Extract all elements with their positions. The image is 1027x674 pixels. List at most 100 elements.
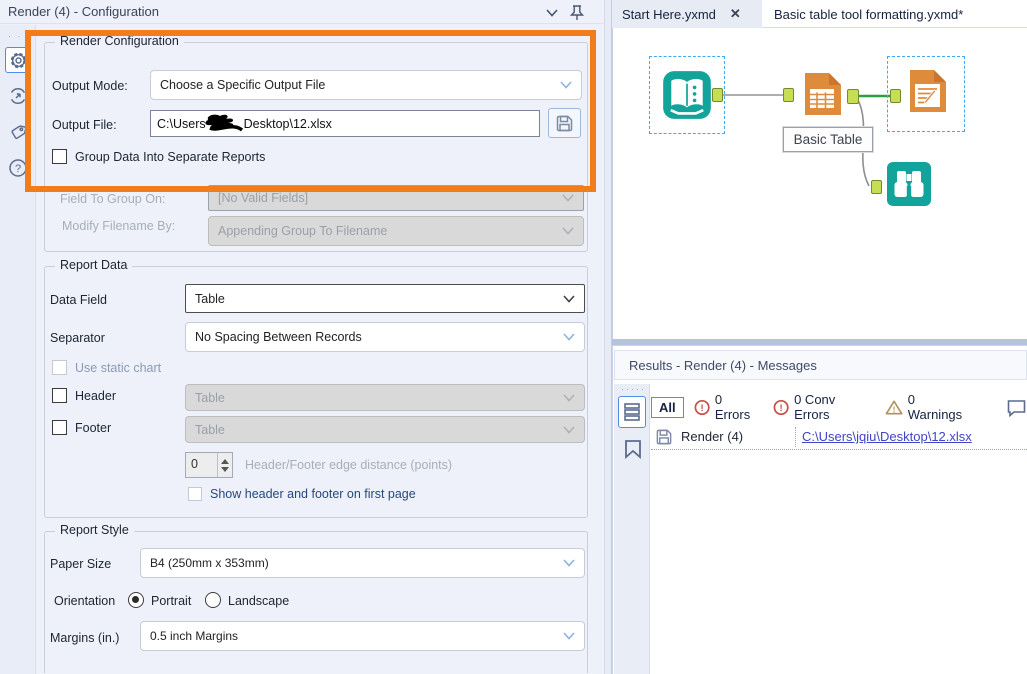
paper-size-select[interactable]: B4 (250mm x 353mm) [140, 548, 585, 578]
annotation-icon[interactable] [5, 119, 31, 145]
tab-start-here[interactable]: Start Here.yxmd ✕ [612, 0, 762, 28]
chevron-down-icon[interactable] [543, 4, 561, 22]
drag-handle-dots[interactable]: ····· [621, 384, 646, 394]
app-window: Render (4) - Configuration · · · ? Rende… [0, 0, 1027, 674]
portrait-label: Portrait [151, 594, 192, 608]
footer-label: Footer [75, 421, 112, 435]
group-data-checkbox[interactable] [52, 149, 67, 164]
header-checkbox[interactable] [52, 388, 67, 403]
chevron-down-icon [563, 632, 575, 640]
svg-text:!: ! [779, 403, 782, 414]
pin-icon[interactable] [568, 4, 586, 22]
results-panel: Results - Render (4) - Messages ····· Al… [612, 345, 1027, 674]
landscape-label: Landscape [228, 594, 290, 608]
data-field-label: Data Field [50, 293, 107, 307]
configuration-header: Render (4) - Configuration [0, 0, 604, 24]
chevron-down-icon [563, 294, 575, 303]
workflow-tabbar: Start Here.yxmd ✕ Basic table tool forma… [612, 0, 1027, 28]
chevron-down-icon [563, 333, 575, 341]
svg-text:?: ? [15, 163, 21, 175]
warnings-filter[interactable]: ! 0 Warnings [885, 392, 970, 422]
errors-filter[interactable]: ! 0 Errors [694, 392, 759, 422]
results-sidebar: ····· [614, 384, 650, 674]
data-field-select[interactable]: Table [185, 284, 585, 313]
warning-icon: ! [885, 399, 903, 415]
configuration-panel: Render (4) - Configuration · · · ? Rende… [0, 0, 604, 674]
input-anchor[interactable] [890, 89, 901, 103]
separator-select[interactable]: No Spacing Between Records [185, 322, 585, 352]
group-legend: Report Data [55, 258, 133, 272]
gear-icon[interactable] [5, 47, 31, 73]
redaction-scribble [204, 114, 243, 132]
footer-select: Table [185, 416, 585, 443]
table-icon [805, 73, 841, 115]
output-mode-select[interactable]: Choose a Specific Output File [150, 70, 582, 100]
results-toolbar: All ! 0 Errors ! 0 Conv Errors ! 0 Warni… [651, 392, 1027, 422]
result-output-link[interactable]: C:\Users\jqiu\Desktop\12.xlsx [802, 429, 972, 444]
save-file-button[interactable] [548, 108, 581, 138]
footer-checkbox[interactable] [52, 420, 67, 435]
chevron-down-icon [563, 393, 575, 402]
tool-render[interactable] [903, 66, 951, 116]
orientation-label: Orientation [54, 594, 116, 608]
svg-text:!: ! [700, 403, 703, 414]
error-icon: ! [773, 399, 789, 415]
result-tool-name: Render (4) [681, 429, 744, 444]
modify-filename-label: Modify Filename By: [62, 219, 176, 233]
edge-distance-label: Header/Footer edge distance (points) [245, 458, 453, 472]
margins-label: Margins (in.) [50, 631, 120, 645]
paper-size-label: Paper Size [50, 557, 112, 571]
input-anchor[interactable] [871, 180, 882, 194]
chevron-down-icon [562, 227, 574, 235]
margins-select[interactable]: 0.5 inch Margins [140, 621, 585, 651]
svg-text:!: ! [892, 404, 895, 414]
error-icon: ! [694, 399, 710, 415]
tool-basic-table[interactable] [798, 70, 846, 118]
spinner-down-icon [221, 466, 229, 472]
messages-icon[interactable] [618, 396, 646, 428]
workflow-canvas[interactable]: Basic Table [612, 28, 1027, 339]
tool-annotation-label[interactable]: Basic Table [782, 126, 874, 153]
render-icon [910, 70, 946, 112]
output-anchor[interactable] [712, 88, 723, 102]
comment-icon[interactable] [1006, 398, 1027, 417]
show-header-footer-label: Show header and footer on first page [210, 487, 416, 501]
use-static-chart-checkbox [52, 360, 67, 375]
close-icon[interactable]: ✕ [730, 6, 741, 22]
chevron-down-icon [560, 81, 572, 89]
vertical-splitter[interactable] [604, 0, 612, 674]
tool-browse[interactable] [885, 160, 933, 208]
group-legend: Report Style [55, 523, 134, 537]
separator-label: Separator [50, 331, 105, 345]
tab-basic-table-formatting[interactable]: Basic table tool formatting.yxmd* [764, 0, 1014, 28]
output-mode-label: Output Mode: [52, 79, 128, 93]
header-label: Header [75, 389, 116, 403]
chevron-down-icon [563, 559, 575, 567]
show-header-footer-checkbox [188, 487, 202, 501]
conv-errors-filter[interactable]: ! 0 Conv Errors [773, 392, 871, 422]
group-legend: Render Configuration [55, 34, 184, 48]
output-anchor[interactable] [847, 89, 859, 104]
landscape-radio[interactable] [205, 592, 221, 608]
field-to-group-label: Field To Group On: [60, 192, 166, 206]
field-to-group-select: [No Valid Fields] [208, 185, 584, 211]
output-file-label: Output File: [52, 118, 117, 132]
chevron-down-icon [563, 425, 575, 434]
flag-icon[interactable] [620, 436, 646, 462]
use-static-chart-label: Use static chart [75, 361, 162, 375]
tool-text-input[interactable] [661, 68, 713, 122]
input-anchor[interactable] [783, 88, 794, 102]
binoculars-icon [887, 162, 931, 206]
chevron-down-icon [562, 194, 574, 202]
output-file-input[interactable]: C:\Users Desktop\12.xlsx [150, 110, 540, 137]
column-divider [795, 426, 796, 447]
save-icon [656, 429, 672, 444]
modify-filename-select: Appending Group To Filename [208, 216, 584, 246]
portrait-radio[interactable] [128, 592, 144, 608]
filter-all-button[interactable]: All [651, 396, 684, 418]
performance-icon[interactable] [5, 83, 31, 109]
configuration-sidebar: · · · ? [0, 25, 36, 674]
result-message-row[interactable]: Render (4) C:\Users\jqiu\Desktop\12.xlsx [651, 424, 1027, 450]
drag-handle-dots[interactable]: · · · [8, 31, 32, 41]
help-icon[interactable]: ? [5, 155, 31, 181]
